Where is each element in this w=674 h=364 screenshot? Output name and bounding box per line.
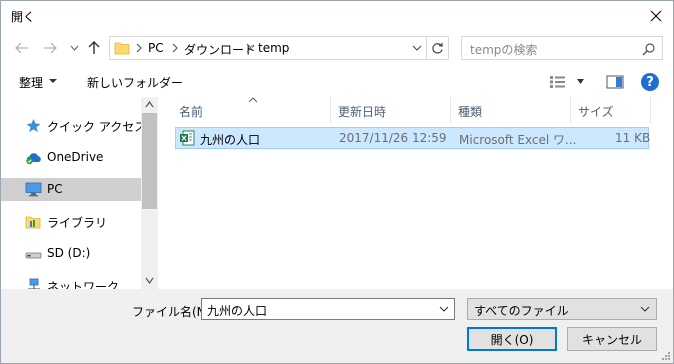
refresh-icon: [432, 42, 443, 54]
open-button[interactable]: 開く(O): [467, 327, 557, 351]
column-header-modified[interactable]: 更新日時: [338, 103, 386, 123]
computer-icon: [25, 182, 42, 197]
file-type: Microsoft Excel ワ...: [459, 133, 577, 147]
chevron-right-icon: [136, 43, 142, 53]
filetype-select[interactable]: すべてのファイル: [467, 298, 657, 320]
library-icon: [25, 216, 41, 229]
open-button-label: 開く(O): [490, 332, 534, 347]
column-divider[interactable]: [330, 97, 331, 123]
column-header-name[interactable]: 名前: [179, 103, 203, 123]
nav-item-label: ライブラリ: [47, 216, 108, 230]
filename-field[interactable]: 九州の人口: [201, 298, 455, 320]
view-options-icon[interactable]: [549, 75, 567, 89]
scrollbar-thumb[interactable]: [142, 113, 157, 209]
navigation-pane: クイック アクセス OneDrive PC ライブラリ SD (D:) ネットワ…: [1, 97, 158, 289]
nav-item-label: クイック アクセス: [47, 120, 147, 134]
nav-item-pc[interactable]: PC: [1, 178, 141, 201]
window-title: 開く: [11, 10, 36, 24]
forward-button[interactable]: [41, 39, 59, 57]
breadcrumb-pc[interactable]: PC: [148, 41, 164, 55]
file-modified: 2017/11/26 12:59: [339, 131, 447, 145]
chevron-down-icon: [640, 306, 650, 312]
chevron-down-icon: [70, 45, 78, 51]
chevron-down-icon[interactable]: [439, 306, 449, 313]
breadcrumb-temp[interactable]: temp: [258, 41, 289, 55]
nav-item-quick-access[interactable]: クイック アクセス: [1, 114, 146, 137]
resize-grip-icon[interactable]: [661, 351, 671, 361]
nav-item-label: OneDrive: [47, 150, 104, 164]
caret-down-icon[interactable]: [576, 78, 585, 85]
nav-item-network[interactable]: ネットワーク: [1, 274, 141, 289]
search-input[interactable]: tempの検索: [461, 36, 663, 60]
scroll-down-icon[interactable]: [145, 277, 154, 284]
file-size: 11 KB: [615, 131, 651, 145]
chevron-right-icon: [246, 43, 252, 53]
file-list: 名前 更新日時 種類 サイズ 九州の人口 2017/11/26 12:59 Mi…: [161, 97, 673, 289]
column-header-size[interactable]: サイズ: [578, 103, 614, 123]
organize-button[interactable]: 整理: [19, 74, 43, 91]
nav-item-sd-drive[interactable]: SD (D:): [1, 242, 141, 265]
chevron-down-icon[interactable]: [410, 41, 424, 55]
folder-icon: [114, 42, 130, 55]
column-divider[interactable]: [450, 97, 451, 123]
nav-item-onedrive[interactable]: OneDrive: [1, 146, 141, 169]
search-placeholder: tempの検索: [470, 43, 538, 57]
navpane-scrollbar[interactable]: [141, 97, 158, 289]
scroll-up-icon[interactable]: [145, 101, 154, 108]
excel-file-icon: [180, 130, 195, 146]
open-dialog: 開く PC ダウンロード temp tempの検索 整理 新しいフォルダー ? …: [0, 0, 674, 364]
network-icon: [28, 278, 40, 289]
dialog-footer: ファイル名(N): 九州の人口 すべてのファイル 開く(O) キャンセル: [1, 289, 673, 363]
file-row[interactable]: 九州の人口 2017/11/26 12:59 Microsoft Excel ワ…: [175, 127, 651, 149]
forward-arrow-icon: [44, 42, 57, 54]
new-folder-button[interactable]: 新しいフォルダー: [87, 74, 183, 91]
refresh-button[interactable]: [427, 36, 449, 60]
navigation-bar: PC ダウンロード temp tempの検索: [1, 31, 673, 67]
column-divider[interactable]: [570, 97, 571, 123]
cancel-button-label: キャンセル: [581, 332, 642, 347]
file-name: 九州の人口: [200, 133, 261, 147]
nav-item-label: PC: [47, 182, 63, 196]
drive-icon: [25, 252, 42, 259]
sort-ascending-icon: [248, 97, 258, 103]
chevron-right-icon: [172, 43, 178, 53]
close-icon: [650, 10, 662, 22]
cancel-button[interactable]: キャンセル: [567, 327, 657, 351]
caret-down-icon: [49, 79, 57, 83]
close-button[interactable]: [639, 1, 673, 31]
filename-value: 九州の人口: [207, 304, 268, 318]
nav-item-label: ネットワーク: [47, 280, 120, 289]
search-icon[interactable]: [642, 42, 656, 56]
back-button[interactable]: [13, 39, 31, 57]
preview-pane-icon[interactable]: [606, 75, 624, 89]
up-button[interactable]: [85, 39, 103, 57]
title-bar: 開く: [1, 1, 673, 31]
help-button[interactable]: ?: [641, 73, 659, 91]
help-icon: ?: [646, 74, 654, 90]
column-divider[interactable]: [650, 97, 651, 123]
back-arrow-icon: [15, 42, 28, 54]
command-bar: 整理 新しいフォルダー ?: [1, 67, 673, 97]
address-bar[interactable]: PC ダウンロード temp: [109, 36, 427, 60]
column-header-type[interactable]: 種類: [458, 103, 482, 123]
nav-item-label: SD (D:): [47, 246, 91, 260]
filetype-value: すべてのファイル: [474, 304, 569, 318]
recent-locations-button[interactable]: [65, 39, 83, 57]
up-arrow-icon: [88, 41, 100, 54]
nav-item-library[interactable]: ライブラリ: [1, 210, 141, 233]
cloud-icon: [26, 153, 41, 165]
star-icon: [26, 119, 41, 132]
